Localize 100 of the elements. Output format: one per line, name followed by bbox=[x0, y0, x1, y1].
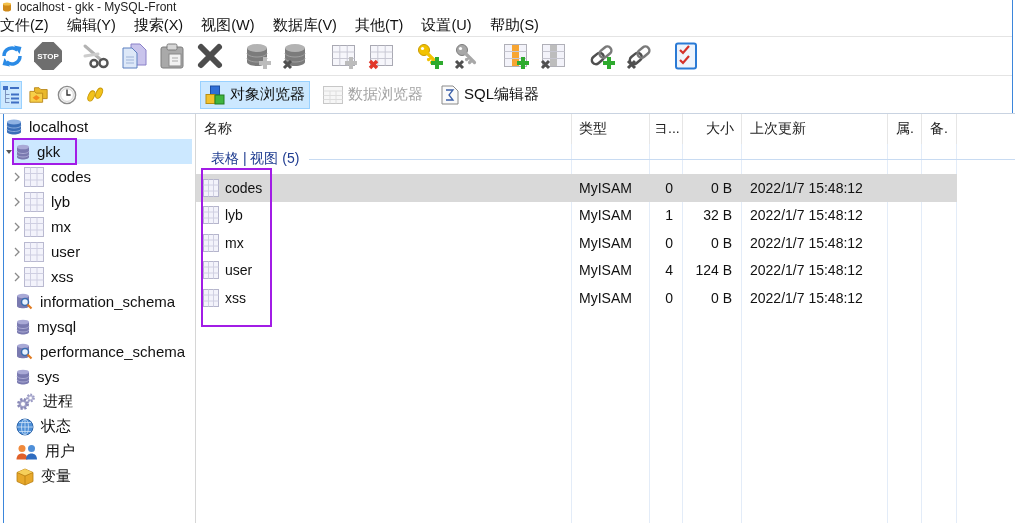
stop-button[interactable]: STOP bbox=[34, 42, 62, 70]
list-row[interactable]: lyb MyISAM 1 32 B 2022/1/7 15:48:12 bbox=[196, 201, 957, 229]
table-cell: 0 bbox=[665, 234, 673, 251]
list-row[interactable]: xss MyISAM 0 0 B 2022/1/7 15:48:12 bbox=[196, 284, 957, 312]
view-tab[interactable]: SQL编辑器 bbox=[436, 80, 544, 109]
table-cell: 0 B bbox=[711, 289, 732, 306]
menu-item[interactable]: 文件(Z) bbox=[0, 15, 49, 35]
table-cell: MyISAM bbox=[579, 179, 632, 196]
table-cell: xss bbox=[225, 289, 246, 306]
table-cell: 0 B bbox=[711, 234, 732, 251]
tree-item[interactable]: mysql bbox=[14, 314, 192, 339]
chain-cross-icon[interactable] bbox=[626, 42, 654, 70]
menu-item[interactable]: 视图(W) bbox=[201, 15, 255, 35]
tree-item[interactable]: lyb bbox=[22, 189, 192, 214]
list-row[interactable]: mx MyISAM 0 0 B 2022/1/7 15:48:12 bbox=[196, 229, 957, 257]
database-icon bbox=[16, 368, 30, 385]
grid-icon bbox=[24, 166, 44, 187]
view-tab[interactable]: 对象浏览器 bbox=[200, 80, 310, 109]
column-cross-icon[interactable] bbox=[540, 42, 568, 70]
sigma-document-icon bbox=[441, 84, 459, 105]
table-cell: lyb bbox=[225, 207, 243, 224]
grid-icon bbox=[203, 233, 219, 252]
folders-icon bbox=[29, 84, 49, 105]
tree-view-button[interactable] bbox=[0, 80, 22, 109]
chevron-right-icon[interactable] bbox=[14, 196, 20, 207]
menu-item[interactable]: 帮助(S) bbox=[489, 15, 539, 35]
tree-item[interactable]: 进程 bbox=[14, 389, 192, 414]
table-cell: 0 bbox=[665, 179, 673, 196]
grid-icon bbox=[323, 85, 343, 104]
database-plus-icon[interactable] bbox=[244, 42, 272, 70]
chain-plus-icon[interactable] bbox=[588, 42, 616, 70]
table-cell: mx bbox=[225, 234, 244, 251]
table-cell: MyISAM bbox=[579, 262, 632, 279]
tree-item[interactable]: information_schema bbox=[14, 289, 192, 314]
table-cell: 2022/1/7 15:48:12 bbox=[750, 289, 863, 306]
users-icon bbox=[16, 443, 38, 460]
tree-item[interactable]: performance_schema bbox=[14, 339, 192, 364]
expanded-triangle-icon[interactable] bbox=[6, 149, 12, 154]
tree-item[interactable]: 状态 bbox=[14, 414, 192, 439]
table-cell: MyISAM bbox=[579, 207, 632, 224]
box-icon bbox=[16, 467, 34, 486]
grid-icon bbox=[203, 206, 219, 225]
grid-icon bbox=[203, 288, 219, 307]
grid-plus-icon[interactable] bbox=[330, 42, 358, 70]
chevron-right-icon[interactable] bbox=[14, 171, 20, 182]
gears-icon bbox=[16, 392, 36, 411]
tree-item[interactable]: sys bbox=[14, 364, 192, 389]
footprints-icon bbox=[85, 84, 105, 105]
table-cell: MyISAM bbox=[579, 234, 632, 251]
table-cell: user bbox=[225, 262, 253, 279]
window-title: localhost - gkk - MySQL-Front bbox=[17, 0, 177, 14]
table-cell: codes bbox=[225, 179, 263, 196]
menu-item[interactable]: 设置(U) bbox=[421, 15, 472, 35]
checklist-icon[interactable] bbox=[674, 42, 698, 70]
grid-cross-icon[interactable] bbox=[368, 42, 396, 70]
menu-item[interactable]: 其他(T) bbox=[354, 15, 404, 35]
grid-icon bbox=[24, 216, 44, 237]
clipboard-icon[interactable] bbox=[158, 42, 186, 70]
list-row[interactable]: codes MyISAM 0 0 B 2022/1/7 15:48:12 bbox=[196, 174, 957, 202]
table-cell: 4 bbox=[665, 262, 673, 279]
group-header: 表格 | 视图 (5) bbox=[211, 150, 300, 168]
grid-icon bbox=[24, 241, 44, 262]
tree-list-icon bbox=[2, 84, 20, 105]
tree-item[interactable]: 变量 bbox=[14, 464, 192, 489]
table-cell: 2022/1/7 15:48:12 bbox=[750, 179, 863, 196]
tree-item[interactable]: gkk bbox=[14, 139, 192, 164]
key-plus-icon[interactable] bbox=[416, 42, 444, 70]
table-cell: 0 B bbox=[711, 179, 732, 196]
tree-item[interactable]: xss bbox=[22, 264, 192, 289]
tree-item[interactable]: user bbox=[22, 239, 192, 264]
tree-item[interactable]: codes bbox=[22, 164, 192, 189]
table-cell: 32 B bbox=[703, 207, 732, 224]
app-icon bbox=[2, 2, 12, 12]
clock-icon bbox=[57, 83, 77, 106]
column-plus-icon[interactable] bbox=[502, 42, 530, 70]
menu-item[interactable]: 搜索(X) bbox=[133, 15, 184, 35]
database-search-icon bbox=[16, 293, 33, 310]
grid-icon bbox=[24, 191, 44, 212]
scissors-icon[interactable] bbox=[82, 42, 110, 70]
table-cell: 2022/1/7 15:48:12 bbox=[750, 207, 863, 224]
tree-item[interactable]: mx bbox=[22, 214, 192, 239]
tree-item[interactable]: 用户 bbox=[14, 439, 192, 464]
tree-item[interactable]: localhost bbox=[4, 114, 192, 139]
chevron-right-icon[interactable] bbox=[14, 246, 20, 257]
menu-item[interactable]: 数据库(V) bbox=[272, 15, 337, 35]
chevron-right-icon[interactable] bbox=[14, 271, 20, 282]
delete-icon[interactable] bbox=[196, 42, 224, 70]
copy-icon[interactable] bbox=[120, 42, 148, 70]
grid-icon bbox=[203, 261, 219, 280]
table-cell: 2022/1/7 15:48:12 bbox=[750, 234, 863, 251]
chevron-right-icon[interactable] bbox=[14, 221, 20, 232]
table-cell: 1 bbox=[665, 207, 673, 224]
table-cell: 2022/1/7 15:48:12 bbox=[750, 262, 863, 279]
table-cell: 0 bbox=[665, 289, 673, 306]
grid-icon bbox=[24, 266, 44, 287]
list-row[interactable]: user MyISAM 4 124 B 2022/1/7 15:48:12 bbox=[196, 256, 957, 284]
menu-item[interactable]: 编辑(Y) bbox=[66, 15, 116, 35]
cubes-icon bbox=[205, 84, 225, 105]
database-icon bbox=[16, 143, 30, 160]
grid-icon bbox=[203, 178, 219, 197]
